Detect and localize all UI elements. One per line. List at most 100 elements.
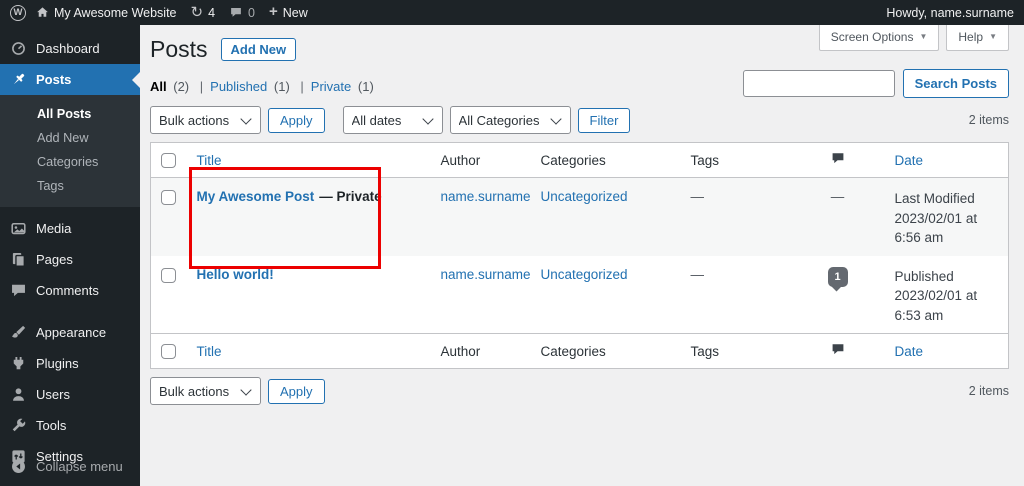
column-categories: Categories (532, 142, 683, 178)
sidebar-label: Collapse menu (36, 459, 123, 474)
sidebar-label: Appearance (36, 325, 107, 340)
submenu-item-all-posts[interactable]: All Posts (0, 102, 140, 126)
column-title-bottom[interactable]: Title (188, 333, 433, 369)
bulk-actions-select-bottom[interactable]: Bulk actions (150, 377, 261, 406)
comments-icon (10, 282, 27, 299)
new-label: New (282, 5, 308, 20)
sidebar-label: Tools (36, 418, 67, 433)
comments-link[interactable]: 0 (229, 6, 255, 20)
date-value: 2023/02/01 at 6:53 am (894, 288, 978, 323)
screen-options-button[interactable]: Screen Options ▼ (818, 25, 940, 51)
post-title-link[interactable]: My Awesome Post (197, 189, 315, 204)
post-state-label: — Private (319, 189, 382, 204)
page-title: Posts (150, 36, 208, 62)
posts-submenu: All Posts Add New Categories Tags (0, 95, 140, 207)
sidebar-item-plugins[interactable]: Plugins (0, 348, 140, 379)
comments-column-icon (830, 342, 846, 357)
site-name-label: My Awesome Website (54, 5, 177, 20)
wp-logo-menu[interactable]: W (10, 4, 26, 21)
column-author: Author (432, 142, 533, 178)
tags-value: — (690, 189, 705, 204)
column-date[interactable]: Date (882, 142, 1009, 178)
sidebar-item-dashboard[interactable]: Dashboard (0, 33, 140, 64)
comments-count: 0 (248, 5, 255, 20)
comment-count-badge[interactable]: 1 (827, 266, 848, 287)
user-icon (10, 386, 27, 403)
sidebar-label: Users (36, 387, 70, 402)
all-dates-select[interactable]: All dates (342, 106, 443, 134)
appearance-brush-icon (10, 324, 27, 341)
select-all-checkbox[interactable] (161, 152, 176, 168)
sidebar-label: Pages (36, 252, 73, 267)
sidebar-item-collapse-menu[interactable]: Collapse menu (0, 451, 140, 482)
categories-select-wrap: All Categories (449, 106, 571, 134)
sidebar-item-appearance[interactable]: Appearance (0, 317, 140, 348)
admin-sidebar: Dashboard Posts All Posts Add New Catego… (0, 25, 140, 486)
site-name-link[interactable]: My Awesome Website (36, 6, 177, 20)
search-posts-button[interactable]: Search Posts (902, 69, 1009, 98)
screen-meta-tabs: Screen Options ▼ Help ▼ (818, 25, 1009, 51)
table-row-my-awesome-post: My Awesome Post — Private name.surname Un… (150, 177, 1009, 256)
row-checkbox[interactable] (161, 189, 176, 205)
main-content: Screen Options ▼ Help ▼ Posts Add New Se… (140, 25, 1024, 486)
sidebar-item-tools[interactable]: Tools (0, 410, 140, 441)
view-published-link[interactable]: Published (1) (210, 79, 311, 94)
items-count-top: 2 items (968, 113, 1009, 127)
screen-options-label: Screen Options (830, 30, 914, 44)
category-link[interactable]: Uncategorized (541, 267, 628, 282)
author-link[interactable]: name.surname (441, 267, 531, 282)
filter-button[interactable]: Filter (577, 107, 631, 133)
author-link[interactable]: name.surname (441, 189, 531, 204)
column-date-bottom[interactable]: Date (882, 333, 1009, 369)
bulk-actions-select[interactable]: Bulk actions (150, 106, 261, 134)
all-categories-select[interactable]: All Categories (449, 106, 571, 134)
apply-button-bottom[interactable]: Apply (268, 378, 325, 404)
plugin-icon (10, 355, 27, 372)
table-footer-row: Title Author Categories Tags Date (150, 333, 1009, 369)
view-private-link[interactable]: Private (1) (311, 79, 374, 94)
search-input[interactable] (742, 70, 895, 97)
column-tags: Tags (682, 142, 793, 178)
media-icon (10, 220, 27, 237)
submenu-item-add-new[interactable]: Add New (0, 126, 140, 150)
view-all-link[interactable]: All (2) (150, 79, 210, 94)
table-header-row: Title Author Categories Tags Date (150, 142, 1009, 178)
collapse-arrow-icon (10, 458, 27, 475)
sidebar-label: Plugins (36, 356, 79, 371)
sidebar-item-media[interactable]: Media (0, 213, 140, 244)
wordpress-admin-page: W My Awesome Website ↻ 4 0 + New Howdy, … (0, 0, 1024, 486)
search-box: Search Posts (742, 69, 1009, 98)
table-row-hello-world: Hello world! name.surname Uncategorized … (151, 256, 1009, 334)
row-checkbox[interactable] (161, 267, 176, 283)
column-title[interactable]: Title (188, 142, 433, 178)
pin-icon (10, 71, 27, 88)
menu-separator (0, 306, 140, 317)
submenu-item-categories[interactable]: Categories (0, 150, 140, 174)
tablenav-bottom: Bulk actions Apply 2 items (150, 377, 1009, 406)
sidebar-item-posts[interactable]: Posts (0, 64, 140, 95)
updates-link[interactable]: ↻ 4 (191, 5, 216, 20)
date-value: 2023/02/01 at 6:56 am (894, 210, 978, 246)
posts-table: Title Author Categories Tags Date My Awe… (150, 142, 1009, 370)
submenu-item-tags[interactable]: Tags (0, 174, 140, 198)
howdy-account-link[interactable]: Howdy, name.surname (886, 6, 1014, 20)
select-all-checkbox-bottom[interactable] (161, 344, 176, 360)
sidebar-item-pages[interactable]: Pages (0, 244, 140, 275)
wrench-icon (10, 417, 27, 434)
bulk-actions-select-wrap: Bulk actions (150, 106, 261, 134)
sidebar-item-comments[interactable]: Comments (0, 275, 140, 306)
sidebar-label: Media (36, 221, 72, 236)
column-categories-bottom: Categories (532, 333, 683, 369)
help-button[interactable]: Help ▼ (946, 25, 1009, 51)
post-title-link[interactable]: Hello world! (197, 267, 274, 282)
category-link[interactable]: Uncategorized (541, 189, 628, 204)
update-icon: ↻ (190, 4, 204, 21)
tablenav-top: Bulk actions Apply All dates All Categor… (150, 106, 1009, 134)
add-new-button[interactable]: Add New (220, 38, 297, 61)
new-content-link[interactable]: + New (269, 3, 308, 20)
sidebar-item-users[interactable]: Users (0, 379, 140, 410)
dates-select-wrap: All dates (342, 106, 443, 134)
updates-count: 4 (208, 5, 216, 20)
plus-icon: + (269, 3, 278, 20)
apply-button[interactable]: Apply (268, 107, 325, 133)
